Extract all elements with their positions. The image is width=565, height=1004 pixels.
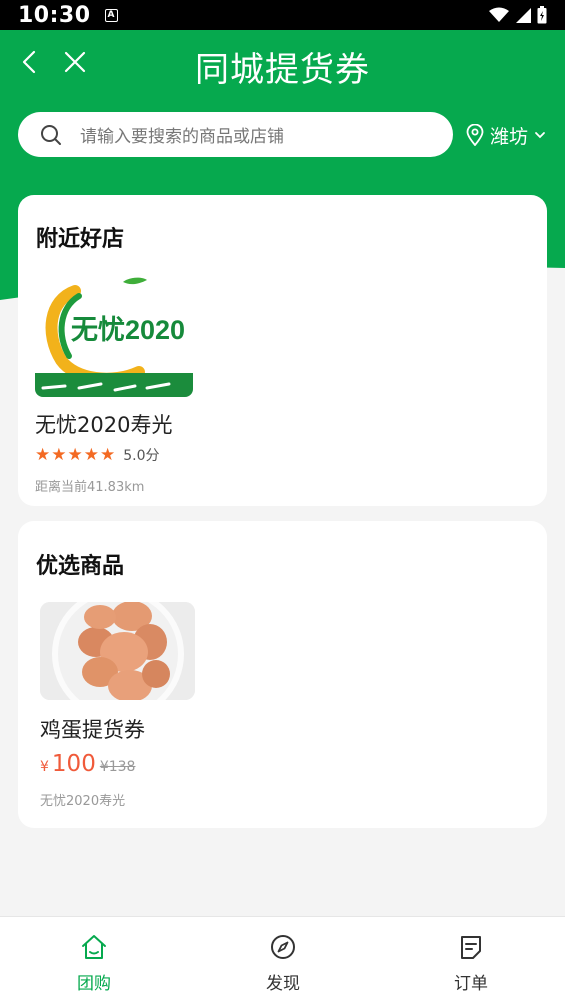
star-icon: ★ xyxy=(67,445,83,465)
star-icon: ★ xyxy=(83,445,99,465)
store-rating: ★ ★ ★ ★ ★ 5.0分 xyxy=(35,445,160,465)
store-logo-text: 无忧2020 xyxy=(71,315,185,345)
rating-text: 5.0分 xyxy=(123,448,160,464)
store-logo[interactable]: 无忧2020 xyxy=(35,276,193,397)
battery-icon xyxy=(537,6,547,24)
tab-discover[interactable]: 发现 xyxy=(228,917,338,1004)
section-title: 优选商品 xyxy=(36,554,125,579)
order-icon xyxy=(461,936,481,959)
current-price: 100 xyxy=(51,751,96,777)
signal-icon xyxy=(516,8,531,23)
location-pin-icon xyxy=(466,124,484,146)
tab-label: 发现 xyxy=(266,974,300,994)
section-title: 附近好店 xyxy=(36,227,125,252)
star-icon: ★ xyxy=(100,445,116,465)
currency-symbol: ¥ xyxy=(40,759,49,775)
status-indicators xyxy=(489,6,547,24)
tab-group-buy[interactable]: 团购 xyxy=(39,917,149,1004)
page-title: 同城提货券 xyxy=(195,50,370,90)
location-city: 潍坊 xyxy=(490,125,529,148)
store-logo-image: 无忧2020 xyxy=(35,276,193,397)
location-selector[interactable]: 潍坊 xyxy=(466,120,546,150)
nav-bar: 同城提货券 xyxy=(0,30,565,94)
tab-label: 团购 xyxy=(77,974,111,994)
home-icon xyxy=(82,935,106,959)
star-icon: ★ xyxy=(35,445,51,465)
chevron-down-icon xyxy=(535,132,545,139)
search-icon xyxy=(41,124,61,145)
search-placeholder: 请输入要搜索的商品或店铺 xyxy=(80,127,284,147)
tab-orders[interactable]: 订单 xyxy=(416,917,526,1004)
search-input[interactable]: 请输入要搜索的商品或店铺 xyxy=(18,112,453,157)
store-distance: 距离当前41.83km xyxy=(35,480,145,495)
product-name[interactable]: 鸡蛋提货券 xyxy=(40,714,145,744)
nearby-stores-card: 附近好店 无忧2020 无忧2020寿光 ★ ★ ★ ★ ★ 5.0分 距离当前… xyxy=(18,195,547,506)
status-time: 10:30 xyxy=(18,2,91,28)
product-image[interactable] xyxy=(40,602,195,700)
bottom-tab-bar: 团购 发现 订单 xyxy=(0,916,565,1004)
status-bar: 10:30 A xyxy=(0,0,565,30)
store-name[interactable]: 无忧2020寿光 xyxy=(35,409,172,439)
wifi-icon xyxy=(489,7,509,22)
product-store: 无忧2020寿光 xyxy=(40,794,126,809)
notification-icon: A xyxy=(104,8,118,22)
star-icon: ★ xyxy=(51,445,67,465)
original-price: ¥138 xyxy=(99,759,136,775)
product-price: ¥ 100 ¥138 xyxy=(40,751,135,777)
featured-products-card: 优选商品 鸡蛋提货券 ¥ 100 ¥138 无忧2020寿光 xyxy=(18,521,547,828)
eggs-image xyxy=(40,602,195,700)
tab-label: 订单 xyxy=(454,974,488,994)
compass-icon xyxy=(271,935,295,959)
